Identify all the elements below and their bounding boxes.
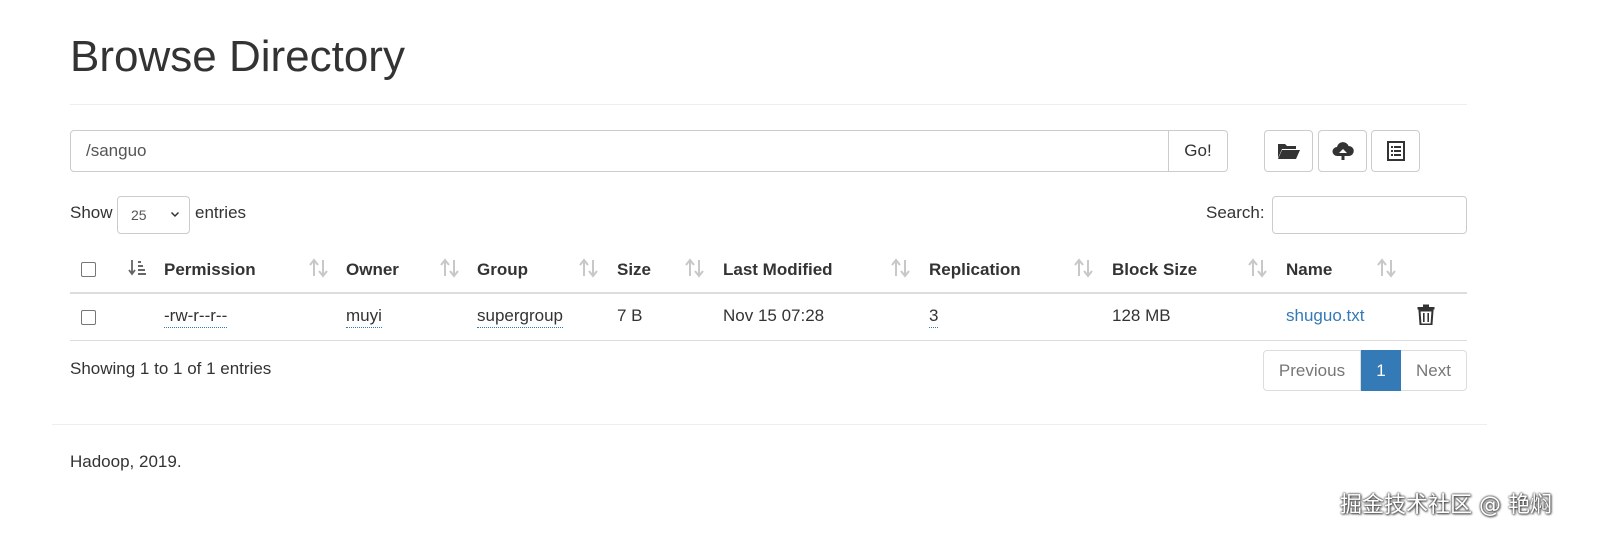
column-header-group[interactable]: Group	[477, 260, 528, 280]
table-info: Showing 1 to 1 of 1 entries	[70, 359, 272, 378]
sort-both-icon[interactable]	[308, 258, 330, 278]
entries-length-select[interactable]: 25	[117, 196, 190, 234]
entries-length-value: 25	[131, 207, 147, 223]
group-cell[interactable]: supergroup	[477, 306, 564, 328]
page-1-button[interactable]: 1	[1361, 350, 1401, 391]
sort-both-icon[interactable]	[890, 258, 912, 278]
column-header-permission[interactable]: Permission	[164, 260, 256, 280]
pagination: Previous 1 Next	[1263, 350, 1467, 391]
sort-both-icon[interactable]	[1073, 258, 1095, 278]
go-button[interactable]: Go!	[1169, 130, 1228, 172]
table-header: Permission Owner Group Size Last Modifie…	[70, 248, 1467, 294]
replication-cell[interactable]: 3	[929, 306, 939, 328]
column-header-replication[interactable]: Replication	[929, 260, 1021, 280]
create-directory-button[interactable]	[1264, 130, 1313, 172]
select-all-checkbox[interactable]	[81, 262, 96, 277]
sort-both-icon[interactable]	[578, 258, 600, 278]
size-cell: 7 B	[617, 306, 643, 325]
sort-asc-icon[interactable]	[127, 258, 147, 278]
table-row: -rw-r--r-- muyi supergroup 7 B Nov 15 07…	[70, 294, 1467, 341]
chevron-down-icon	[170, 211, 180, 218]
footer-text: Hadoop, 2019.	[70, 452, 182, 471]
explore-list-button[interactable]	[1371, 130, 1420, 172]
column-header-last-modified[interactable]: Last Modified	[723, 260, 833, 280]
column-header-owner[interactable]: Owner	[346, 260, 399, 280]
previous-page-button[interactable]: Previous	[1263, 350, 1361, 391]
column-header-block-size[interactable]: Block Size	[1112, 260, 1197, 280]
page-title: Browse Directory	[70, 32, 405, 81]
watermark: 掘金技术社区 @ 艳焖	[1340, 493, 1552, 518]
path-bar: Go!	[70, 130, 1228, 172]
header-divider	[70, 104, 1467, 105]
owner-cell[interactable]: muyi	[346, 306, 382, 328]
search-input[interactable]	[1272, 196, 1467, 234]
trash-icon[interactable]	[1417, 304, 1435, 325]
column-header-name[interactable]: Name	[1286, 260, 1332, 280]
permission-cell[interactable]: -rw-r--r--	[164, 306, 228, 328]
list-icon	[1386, 141, 1405, 161]
sort-both-icon[interactable]	[684, 258, 706, 278]
footer-divider	[52, 424, 1487, 425]
sort-both-icon[interactable]	[439, 258, 461, 278]
next-page-button[interactable]: Next	[1401, 350, 1467, 391]
block-size-cell: 128 MB	[1112, 306, 1171, 325]
cloud-upload-icon	[1332, 142, 1354, 160]
path-input[interactable]	[70, 130, 1169, 172]
column-header-size[interactable]: Size	[617, 260, 651, 280]
search-label: Search:	[1206, 203, 1265, 222]
file-name-link[interactable]: shuguo.txt	[1286, 306, 1364, 326]
entries-label: entries	[195, 203, 247, 222]
last-modified-cell: Nov 15 07:28	[723, 306, 825, 325]
upload-button[interactable]	[1318, 130, 1367, 172]
row-checkbox[interactable]	[81, 310, 96, 325]
show-label: Show	[70, 203, 113, 222]
sort-both-icon[interactable]	[1376, 258, 1398, 278]
sort-both-icon[interactable]	[1247, 258, 1269, 278]
folder-open-icon	[1277, 144, 1300, 159]
